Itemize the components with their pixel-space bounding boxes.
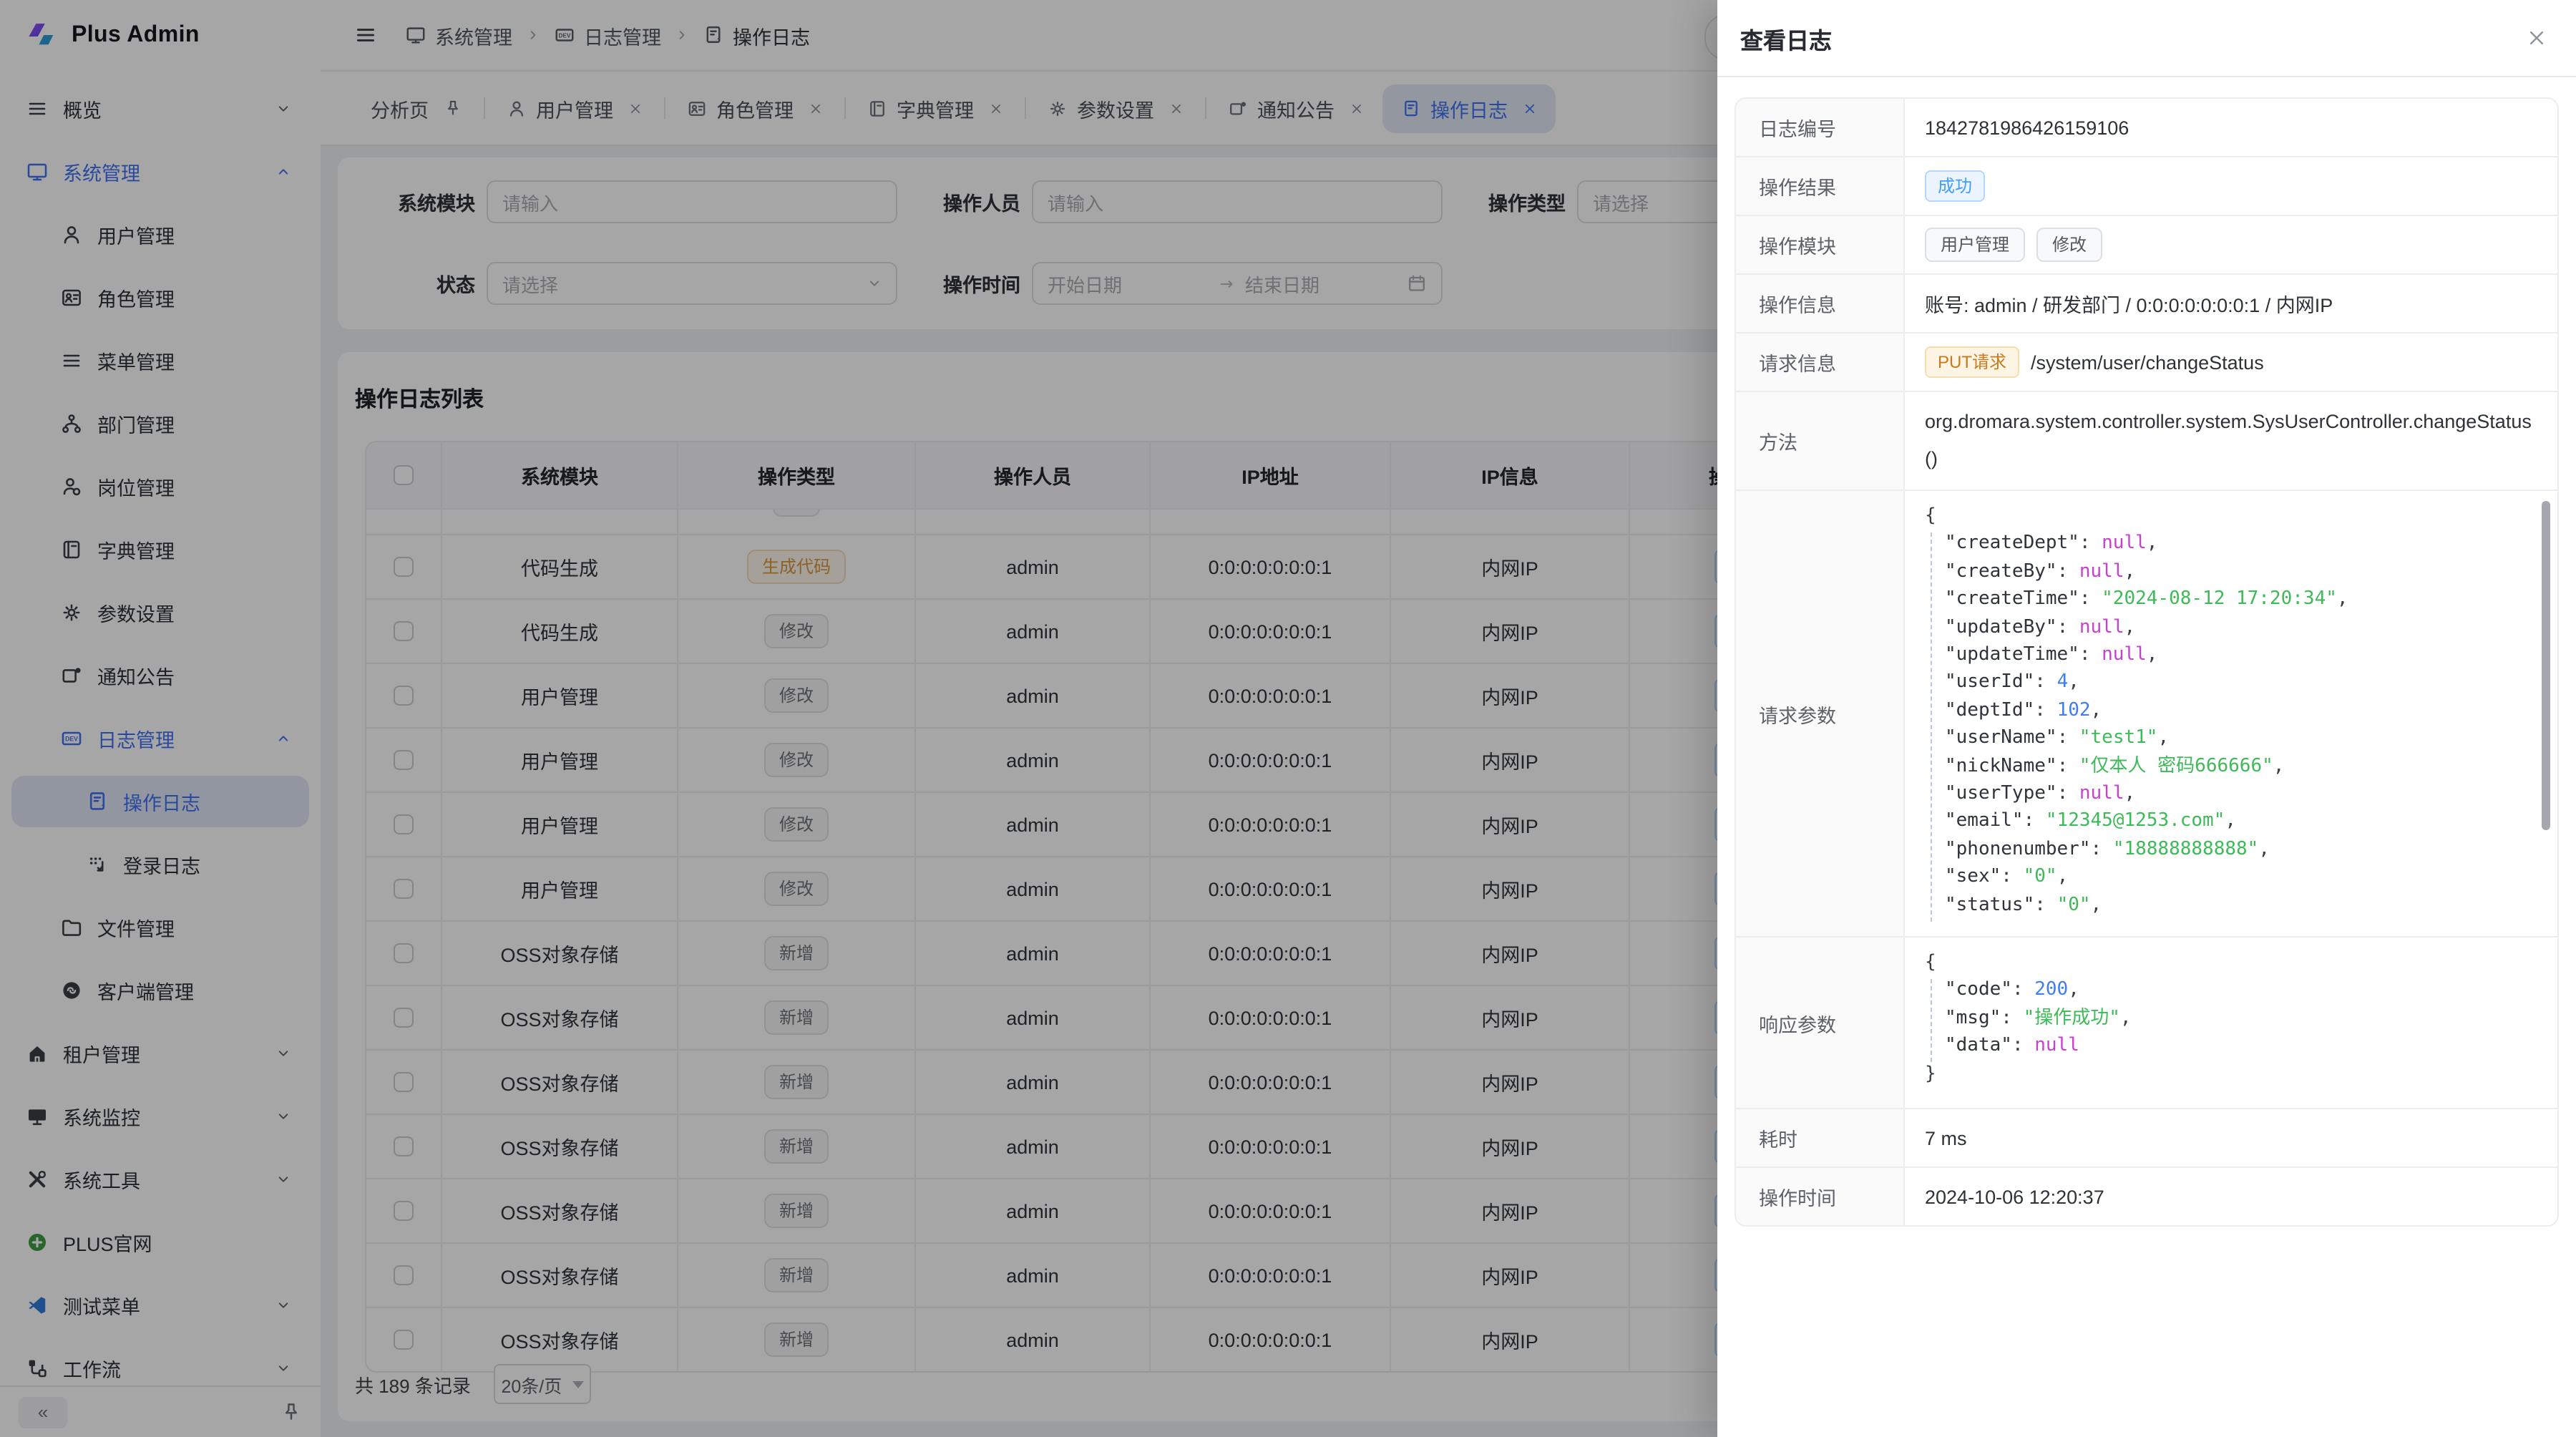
detail-row-操作模块: 操作模块 用户管理修改 — [1736, 215, 2557, 273]
detail-value-cell: 2024-10-06 12:20:37 — [1905, 1168, 2557, 1225]
detail-label: 操作结果 — [1736, 157, 1905, 215]
detail-value: org.dromara.system.controller.system.Sys… — [1925, 404, 2537, 478]
detail-label: 操作时间 — [1736, 1168, 1905, 1225]
detail-value-cell: 7 ms — [1905, 1109, 2557, 1166]
code-line: { — [1925, 949, 2537, 977]
detail-value: 2024-10-06 12:20:37 — [1925, 1186, 2104, 1207]
detail-row-请求参数: 请求参数 {"createDept": null,"createBy": nul… — [1736, 489, 2557, 936]
indent-guide — [1931, 532, 1932, 922]
detail-row-操作时间: 操作时间 2024-10-06 12:20:37 — [1736, 1166, 2557, 1225]
detail-row-响应参数: 响应参数 {"code": 200,"msg": "操作成功","data": … — [1736, 936, 2557, 1108]
code-line: "nickName": "仅本人 密码666666", — [1925, 752, 2537, 780]
detail-value-cell: 1842781986426159106 — [1905, 99, 2557, 156]
result-tag: 成功 — [1925, 170, 1985, 202]
detail-row-耗时: 耗时 7 ms — [1736, 1108, 2557, 1166]
json-code-block: {"createDept": null,"createBy": null,"cr… — [1925, 502, 2537, 919]
detail-row-操作结果: 操作结果 成功 — [1736, 156, 2557, 215]
code-line: "deptId": 102, — [1925, 697, 2537, 725]
detail-row-请求信息: 请求信息 PUT请求/system/user/changeStatus — [1736, 332, 2557, 391]
drawer-title: 查看日志 — [1740, 21, 1832, 55]
code-line: "status": "0", — [1925, 891, 2537, 919]
code-line: "userName": "test1", — [1925, 725, 2537, 753]
detail-value: 账号: admin / 研发部门 / 0:0:0:0:0:0:0:1 / 内网I… — [1925, 289, 2333, 318]
code-line: "userId": 4, — [1925, 669, 2537, 697]
detail-label: 响应参数 — [1736, 937, 1905, 1108]
detail-value-cell: PUT请求/system/user/changeStatus — [1905, 333, 2557, 391]
screen: Plus Admin 概览系统管理用户管理角色管理菜单管理部门管理岗位管理字典管… — [0, 0, 2576, 1437]
detail-value-cell: org.dromara.system.controller.system.Sys… — [1905, 392, 2557, 489]
detail-value-cell: {"createDept": null,"createBy": null,"cr… — [1905, 491, 2557, 936]
log-detail-table: 日志编号 1842781986426159106操作结果 成功操作模块 用户管理… — [1735, 97, 2559, 1227]
drawer-header: 查看日志 — [1717, 0, 2576, 77]
request-method-tag: PUT请求 — [1925, 346, 2019, 378]
detail-value: 7 ms — [1925, 1127, 1967, 1149]
detail-label: 方法 — [1736, 392, 1905, 489]
code-line: "updateBy": null, — [1925, 613, 2537, 641]
detail-value-cell: 成功 — [1905, 157, 2557, 215]
detail-value-cell: 用户管理修改 — [1905, 216, 2557, 273]
detail-value-cell: {"code": 200,"msg": "操作成功","data": null} — [1905, 937, 2557, 1108]
code-line: "msg": "操作成功", — [1925, 1005, 2537, 1033]
code-line: "sex": "0", — [1925, 864, 2537, 892]
code-line: "phonenumber": "18888888888", — [1925, 836, 2537, 864]
code-line: { — [1925, 502, 2537, 530]
detail-row-操作信息: 操作信息 账号: admin / 研发部门 / 0:0:0:0:0:0:0:1 … — [1736, 273, 2557, 332]
code-scrollbar-thumb[interactable] — [2542, 501, 2550, 830]
code-line: "userType": null, — [1925, 780, 2537, 808]
detail-value: 1842781986426159106 — [1925, 117, 2129, 138]
drawer-overlay[interactable] — [0, 0, 1717, 1437]
code-line: "createTime": "2024-08-12 17:20:34", — [1925, 585, 2537, 613]
code-line: "email": "12345@1253.com", — [1925, 808, 2537, 836]
code-line: "data": null — [1925, 1032, 2537, 1060]
code-line: "createDept": null, — [1925, 530, 2537, 558]
detail-label: 操作信息 — [1736, 275, 1905, 332]
view-log-drawer: 查看日志 日志编号 1842781986426159106操作结果 成功操作模块… — [1717, 0, 2576, 1437]
detail-label: 请求信息 — [1736, 333, 1905, 391]
code-line: } — [1925, 1060, 2537, 1088]
request-url: /system/user/changeStatus — [2031, 351, 2264, 373]
code-line: "code": 200, — [1925, 977, 2537, 1005]
detail-label: 日志编号 — [1736, 99, 1905, 156]
indent-guide — [1931, 979, 1932, 1062]
module-tag: 用户管理 — [1925, 228, 2025, 262]
module-tag: 修改 — [2036, 228, 2102, 262]
detail-label: 耗时 — [1736, 1109, 1905, 1166]
code-line: "updateTime": null, — [1925, 641, 2537, 669]
detail-value-cell: 账号: admin / 研发部门 / 0:0:0:0:0:0:0:1 / 内网I… — [1905, 275, 2557, 332]
detail-label: 请求参数 — [1736, 491, 1905, 936]
code-line: "createBy": null, — [1925, 558, 2537, 586]
detail-row-方法: 方法 org.dromara.system.controller.system.… — [1736, 391, 2557, 489]
close-icon[interactable] — [2526, 27, 2547, 49]
app-root: Plus Admin 概览系统管理用户管理角色管理菜单管理部门管理岗位管理字典管… — [0, 0, 2576, 1437]
detail-row-日志编号: 日志编号 1842781986426159106 — [1736, 99, 2557, 156]
detail-label: 操作模块 — [1736, 216, 1905, 273]
json-code-block: {"code": 200,"msg": "操作成功","data": null} — [1925, 949, 2537, 1088]
